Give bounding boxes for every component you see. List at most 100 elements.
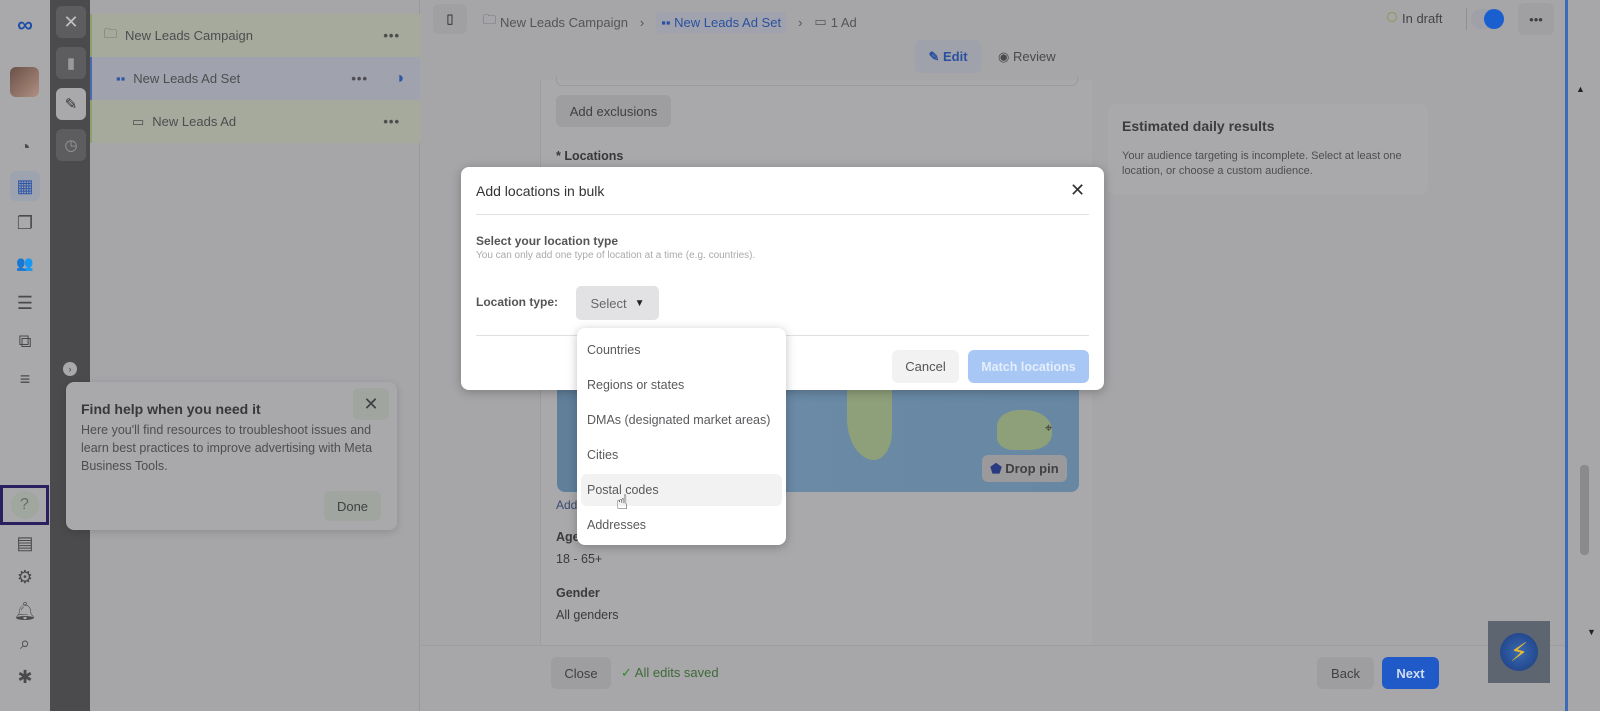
- option-addresses[interactable]: Addresses: [581, 509, 782, 541]
- draft-status-icon: [1387, 12, 1397, 22]
- scroll-up-icon[interactable]: ▲: [1576, 84, 1585, 94]
- option-cities[interactable]: Cities: [581, 439, 782, 471]
- avatar[interactable]: [10, 67, 39, 97]
- more-options-icon[interactable]: •••: [351, 71, 368, 86]
- expand-chevron-icon[interactable]: ›: [63, 362, 77, 376]
- option-regions[interactable]: Regions or states: [581, 369, 782, 401]
- option-postal-codes[interactable]: Postal codes: [581, 474, 782, 506]
- toggle-knob: [1484, 9, 1504, 29]
- add-exclusions-button[interactable]: Add exclusions: [556, 95, 671, 127]
- close-icon: ✕: [363, 393, 379, 414]
- drop-pin-button[interactable]: ⬟ Drop pin: [982, 455, 1067, 482]
- gender-label: Gender: [556, 586, 600, 600]
- section-hint: You can only add one type of location at…: [476, 250, 756, 261]
- section-title: Select your location type: [476, 234, 619, 248]
- save-status: ✓ All edits saved: [621, 665, 719, 681]
- settings-icon[interactable]: ⚙: [10, 562, 40, 592]
- add-locations-link[interactable]: Add: [556, 498, 577, 512]
- estimated-results-card: Estimated daily results Your audience ta…: [1108, 104, 1428, 195]
- option-countries[interactable]: Countries: [581, 334, 782, 366]
- drop-pin-label: Drop pin: [1005, 461, 1059, 476]
- toggle-switch[interactable]: [1471, 9, 1504, 29]
- breadcrumb-label: New Leads Ad Set: [674, 14, 782, 30]
- close-icon[interactable]: ✕: [56, 6, 86, 38]
- location-type-select[interactable]: Select ▼: [576, 286, 659, 320]
- audiences-icon[interactable]: 👥: [10, 248, 40, 278]
- meta-logo-icon[interactable]: ∞: [10, 10, 40, 40]
- dashboard-icon[interactable]: ◔: [10, 132, 40, 162]
- half-circle-status-icon: ◑: [394, 69, 404, 87]
- toggle-panel-icon[interactable]: ▯: [433, 4, 467, 34]
- check-icon: ✓: [621, 665, 635, 680]
- modal-title: Add locations in bulk: [476, 183, 605, 199]
- folder-icon: 🗀: [483, 12, 497, 27]
- pin-icon: ⬟: [990, 460, 1006, 476]
- grid-icon: ▪▪: [116, 71, 126, 86]
- caret-down-icon: ▼: [634, 297, 645, 309]
- catalog-icon[interactable]: ⧉: [10, 326, 40, 356]
- match-locations-button[interactable]: Match locations: [968, 350, 1089, 383]
- search-icon[interactable]: ⌕: [10, 628, 40, 658]
- edit-label: Edit: [942, 49, 968, 64]
- scrollbar[interactable]: ▲ ▼: [1565, 0, 1600, 711]
- scroll-thumb[interactable]: [1580, 465, 1589, 555]
- breadcrumb-ad-set[interactable]: ▪▪ New Leads Ad Set: [656, 11, 787, 33]
- global-nav: ∞ ◔ ▦ ❐ 👥 ☰ ⧉ ≡ ? ▤ ⚙ 🔔︎ ⌕ ✱: [0, 0, 50, 711]
- campaign-tree: 🗀 New Leads Campaign ••• ▪▪ New Leads Ad…: [90, 0, 420, 711]
- help-text: Here you'll find resources to troublesho…: [81, 423, 373, 473]
- help-button[interactable]: ?: [0, 485, 49, 525]
- next-button[interactable]: Next: [1382, 657, 1439, 689]
- review-tab[interactable]: ◉ Review: [998, 49, 1056, 65]
- more-options-button[interactable]: •••: [1518, 3, 1554, 35]
- help-close-button[interactable]: ✕: [353, 388, 389, 420]
- pencil-icon: ✎: [928, 48, 943, 64]
- history-clock-icon[interactable]: ◷: [56, 129, 86, 161]
- bug-icon[interactable]: ✱: [10, 662, 40, 692]
- ad-icon: ▭: [814, 14, 827, 29]
- help-popover: Find help when you need it Here you'll f…: [66, 382, 397, 530]
- billing-icon[interactable]: ☰: [10, 288, 40, 318]
- status-label: In draft: [1402, 11, 1443, 26]
- locations-label: * Locations: [556, 149, 624, 163]
- more-options-icon[interactable]: •••: [383, 28, 400, 43]
- estimate-title: Estimated daily results: [1122, 118, 1275, 134]
- ad-icon: ▭: [132, 113, 145, 129]
- help-icon: ?: [10, 491, 39, 519]
- breadcrumb-ad[interactable]: 1 Ad: [831, 15, 857, 30]
- folder-icon: 🗀: [104, 25, 118, 41]
- chart-icon[interactable]: ▮: [56, 47, 86, 79]
- tree-item-ad-set[interactable]: ▪▪ New Leads Ad Set ••• ◑: [90, 57, 420, 100]
- age-value: 18 - 65+: [556, 552, 603, 566]
- tree-item-label: New Leads Ad Set: [133, 71, 241, 86]
- eye-icon: ◉: [998, 49, 1013, 64]
- breadcrumb-campaign[interactable]: New Leads Campaign: [500, 15, 628, 30]
- edit-pencil-icon[interactable]: ✎: [56, 88, 86, 120]
- app-badge[interactable]: ⚡︎: [1488, 621, 1550, 683]
- more-options-icon[interactable]: •••: [383, 114, 400, 129]
- tree-item-campaign[interactable]: 🗀 New Leads Campaign •••: [90, 14, 420, 57]
- close-button[interactable]: Close: [551, 657, 611, 689]
- hand-cursor-icon: ☝︎: [616, 492, 629, 514]
- campaigns-table-icon[interactable]: ▦: [10, 171, 40, 201]
- help-done-button[interactable]: Done: [324, 491, 381, 521]
- tree-item-label: New Leads Ad: [152, 114, 237, 129]
- news-icon[interactable]: ▤: [10, 528, 40, 558]
- scroll-down-icon[interactable]: ▼: [1587, 627, 1596, 637]
- modal-close-icon[interactable]: ✕: [1070, 180, 1085, 201]
- breadcrumb: 🗀 New Leads Campaign › ▪▪ New Leads Ad S…: [483, 11, 857, 33]
- scroll-edge: [1565, 0, 1568, 711]
- location-target-icon[interactable]: ⌖: [1045, 420, 1052, 436]
- estimate-text: Your audience targeting is incomplete. S…: [1122, 150, 1402, 177]
- edit-tab[interactable]: ✎ Edit: [915, 40, 981, 73]
- tree-item-ad[interactable]: ▭ New Leads Ad •••: [90, 100, 420, 143]
- select-value: Select: [590, 295, 627, 311]
- notifications-icon[interactable]: 🔔︎: [10, 596, 40, 626]
- option-dmas[interactable]: DMAs (designated market areas): [581, 404, 782, 436]
- locations-box: [556, 76, 1078, 86]
- menu-icon[interactable]: ≡: [10, 364, 40, 394]
- grid-icon: ▪▪: [661, 14, 675, 30]
- footer-bar: Close ✓ All edits saved Back Next: [421, 645, 1566, 711]
- cancel-button[interactable]: Cancel: [892, 350, 959, 383]
- back-button[interactable]: Back: [1317, 657, 1374, 689]
- pages-icon[interactable]: ❐: [10, 208, 40, 238]
